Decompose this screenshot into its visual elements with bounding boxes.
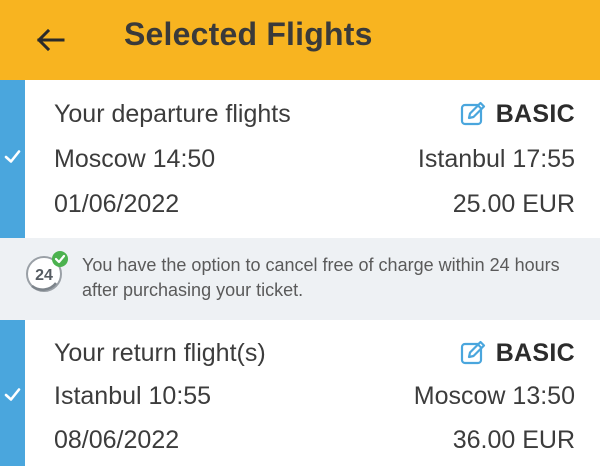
page-title: Selected Flights xyxy=(124,16,373,52)
departure-price: 25.00 EUR xyxy=(452,190,575,218)
checkmark-icon xyxy=(4,150,21,163)
edit-icon xyxy=(460,340,485,365)
app-header: Selected Flights xyxy=(0,0,600,80)
checkmark-icon xyxy=(4,388,21,401)
departure-origin: Moscow 14:50 xyxy=(54,145,216,173)
return-destination: Moscow 13:50 xyxy=(413,382,575,410)
fare-class-label: BASIC xyxy=(495,100,575,128)
departure-flight-card[interactable]: Your departure flights BASIC Moscow 14:5… xyxy=(0,80,600,238)
return-date: 08/06/2022 xyxy=(54,426,180,454)
svg-text:24: 24 xyxy=(35,267,53,284)
departure-date: 01/06/2022 xyxy=(54,190,180,218)
departure-fare-edit[interactable]: BASIC xyxy=(460,99,575,129)
back-button[interactable] xyxy=(28,18,72,62)
return-price: 36.00 EUR xyxy=(452,426,575,454)
fare-class-label: BASIC xyxy=(495,339,575,367)
return-fare-edit[interactable]: BASIC xyxy=(460,338,575,368)
return-flight-card[interactable]: Your return flight(s) BASIC Istanbul 10:… xyxy=(0,320,600,466)
edit-icon xyxy=(460,101,485,126)
24h-free-cancellation-icon: 24 xyxy=(26,251,68,292)
departure-heading: Your departure flights xyxy=(54,100,291,128)
return-origin: Istanbul 10:55 xyxy=(54,382,212,410)
departure-destination: Istanbul 17:55 xyxy=(417,145,575,173)
cancellation-notice-text: You have the option to cancel free of ch… xyxy=(82,255,560,300)
return-heading: Your return flight(s) xyxy=(54,339,266,367)
arrow-left-icon xyxy=(36,28,65,52)
